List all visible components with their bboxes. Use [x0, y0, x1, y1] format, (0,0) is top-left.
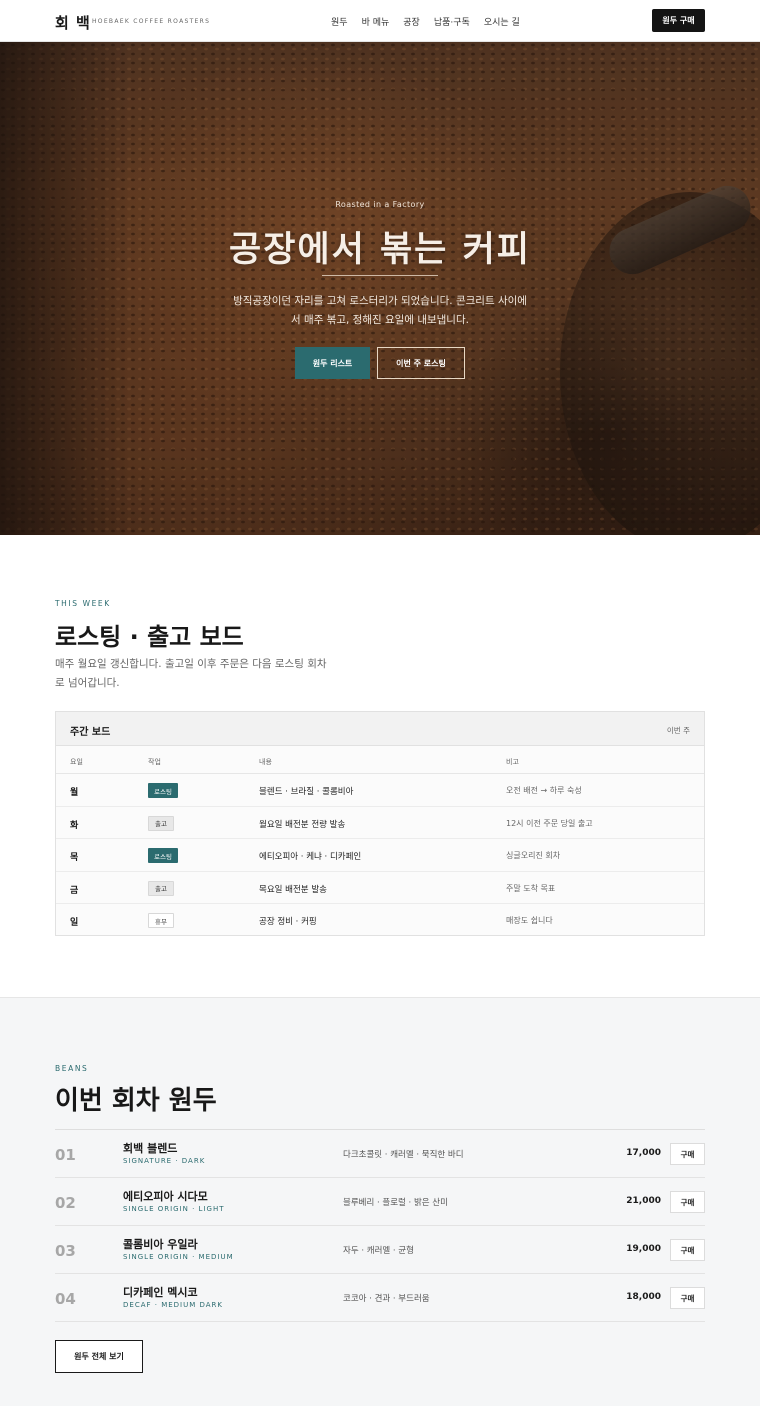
bean-origin: SIGNATURE · DARK	[123, 1157, 206, 1165]
hero: Roasted in a Factory 공장에서 볶는 커피 방직공장이던 자…	[0, 42, 760, 535]
bean-origin: SINGLE ORIGIN · LIGHT	[123, 1205, 225, 1213]
bean-number: 04	[55, 1290, 76, 1308]
beans-eyebrow: BEANS	[55, 1064, 89, 1073]
header-buy-button[interactable]: 원두 구매	[652, 9, 705, 32]
row-content: 월요일 배전분 전량 발송	[259, 819, 346, 830]
task-badge: 로스팅	[148, 848, 178, 863]
bean-buy-button[interactable]: 구매	[670, 1191, 705, 1213]
nav-item-beans[interactable]: 원두	[331, 15, 348, 28]
hero-eyebrow: Roasted in a Factory	[335, 200, 425, 209]
row-note: 12시 이전 주문 당일 출고	[506, 818, 593, 828]
hero-title: 공장에서 볶는 커피	[229, 230, 531, 270]
bean-name: 디카페인 멕시코	[123, 1286, 198, 1299]
row-note: 주말 도착 목표	[506, 883, 556, 893]
bean-number: 03	[55, 1242, 76, 1260]
row-note: 오전 배전 → 하루 숙성	[506, 786, 582, 795]
row-content: 목요일 배전분 발송	[259, 884, 327, 895]
bean-notes: 자두 · 캐러멜 · 균형	[343, 1246, 414, 1256]
logo-subtitle: HOEBAEK COFFEE ROASTERS	[92, 18, 211, 25]
row-content: 블렌드 · 브라질 · 콜롬비아	[259, 787, 354, 797]
row-content: 공장 정비 · 커핑	[259, 917, 317, 927]
nav-item-bar-menu[interactable]: 바 메뉴	[362, 15, 390, 28]
bean-item: 04 디카페인 멕시코 DECAF · MEDIUM DARK 코코아 · 견과…	[55, 1274, 705, 1322]
bean-origin: SINGLE ORIGIN · MEDIUM	[123, 1253, 234, 1261]
bean-list-button[interactable]: 원두 리스트	[295, 347, 370, 379]
row-day: 일	[70, 918, 79, 928]
task-badge: 출고	[148, 880, 174, 896]
row-day: 화	[70, 820, 79, 831]
task-badge: 로스팅	[148, 783, 178, 798]
nav-item-directions[interactable]: 오시는 길	[484, 15, 520, 28]
board-section-description: 매주 월요일 갱신합니다. 출고일 이후 주문은 다음 로스팅 회차로 넘어갑니…	[55, 658, 327, 689]
bean-list: 01 회백 블렌드 SIGNATURE · DARK 다크초콜릿 · 캐러멜 ·…	[55, 1129, 705, 1322]
view-all-beans-button[interactable]: 원두 전체 보기	[55, 1340, 143, 1373]
board-title: 주간 보드	[70, 727, 111, 738]
board-row: 일 휴무 공장 정비 · 커핑 매장도 쉽니다	[56, 904, 704, 937]
bean-name: 회백 블렌드	[123, 1142, 178, 1155]
logo[interactable]: 회 백	[55, 12, 91, 33]
board-eyebrow: THIS WEEK	[55, 599, 111, 608]
weekly-board: 주간 보드 이번 주 요일 작업 내용 비고 월 로스팅 블렌드 · 브라질 ·…	[55, 711, 705, 936]
row-note: 매장도 쉽니다	[506, 916, 553, 925]
hero-divider	[322, 275, 438, 276]
beans-section-title: 이번 회차 원두	[55, 1086, 217, 1116]
bean-notes: 블루베리 · 플로럴 · 밝은 산미	[343, 1198, 448, 1208]
row-note: 싱글오리진 회차	[506, 851, 561, 860]
row-day: 월	[70, 788, 79, 798]
row-day: 금	[70, 885, 79, 896]
bean-item: 02 에티오피아 시다모 SINGLE ORIGIN · LIGHT 블루베리 …	[55, 1178, 705, 1226]
board-column-headers: 요일 작업 내용 비고	[56, 746, 704, 774]
board-row: 목 로스팅 에티오피아 · 케냐 · 디카페인 싱글오리진 회차	[56, 839, 704, 872]
bean-notes: 다크초콜릿 · 캐러멜 · 묵직한 바디	[343, 1150, 464, 1160]
nav-item-factory[interactable]: 공장	[403, 15, 420, 28]
task-badge: 휴무	[148, 913, 174, 928]
bean-buy-button[interactable]: 구매	[670, 1239, 705, 1261]
bean-item: 01 회백 블렌드 SIGNATURE · DARK 다크초콜릿 · 캐러멜 ·…	[55, 1130, 705, 1178]
bean-buy-button[interactable]: 구매	[670, 1143, 705, 1165]
board-row: 화 출고 월요일 배전분 전량 발송 12시 이전 주문 당일 출고	[56, 807, 704, 839]
board-section-title: 로스팅 · 출고 보드	[55, 623, 244, 651]
nav-item-wholesale[interactable]: 납품·구독	[434, 15, 470, 28]
bean-item: 03 콜롬비아 우일라 SINGLE ORIGIN · MEDIUM 자두 · …	[55, 1226, 705, 1274]
row-day: 목	[70, 853, 79, 863]
bean-price: 19,000	[626, 1244, 661, 1254]
site-header: 회 백 HOEBAEK COFFEE ROASTERS 원두 바 메뉴 공장 납…	[0, 0, 760, 42]
bean-price: 17,000	[626, 1148, 661, 1158]
bean-notes: 코코아 · 견과 · 부드러움	[343, 1294, 430, 1304]
beans-section: BEANS 이번 회차 원두 01 회백 블렌드 SIGNATURE · DAR…	[0, 997, 760, 1406]
board-row: 금 출고 목요일 배전분 발송 주말 도착 목표	[56, 872, 704, 904]
bean-name: 콜롬비아 우일라	[123, 1238, 198, 1251]
bean-buy-button[interactable]: 구매	[670, 1287, 705, 1309]
bean-name: 에티오피아 시다모	[123, 1190, 208, 1203]
row-content: 에티오피아 · 케냐 · 디카페인	[259, 852, 362, 862]
bean-price: 21,000	[626, 1196, 661, 1206]
board-row: 월 로스팅 블렌드 · 브라질 · 콜롬비아 오전 배전 → 하루 숙성	[56, 774, 704, 807]
this-week-roasting-button[interactable]: 이번 주 로스팅	[377, 347, 465, 379]
hero-description: 방직공장이던 자리를 고쳐 로스터리가 되었습니다. 콘크리트 사이에서 매주 …	[233, 295, 527, 326]
column-content: 내용	[259, 758, 272, 766]
column-note: 비고	[506, 758, 519, 766]
bean-number: 02	[55, 1194, 76, 1212]
bean-origin: DECAF · MEDIUM DARK	[123, 1301, 224, 1309]
board-header: 주간 보드 이번 주	[56, 712, 704, 746]
bean-price: 18,000	[626, 1292, 661, 1302]
column-day: 요일	[70, 758, 83, 766]
bean-number: 01	[55, 1146, 76, 1164]
main-nav: 원두 바 메뉴 공장 납품·구독 오시는 길	[331, 15, 520, 28]
task-badge: 출고	[148, 815, 174, 831]
column-task: 작업	[148, 758, 161, 766]
board-week-label: 이번 주	[666, 726, 690, 735]
